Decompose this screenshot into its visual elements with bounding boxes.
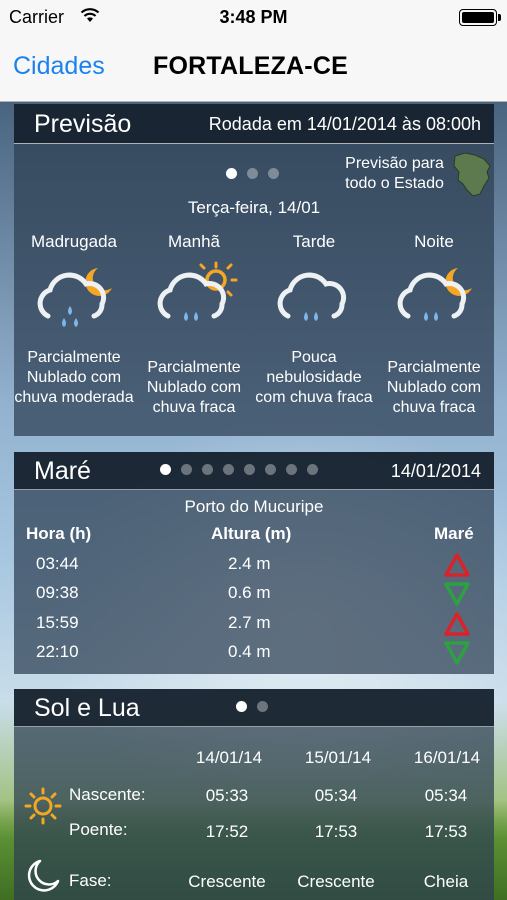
tide-row: 22:10 0.4 m: [14, 638, 494, 667]
sunset-label: Poente:: [69, 820, 128, 839]
forecast-run-time: Rodada em 14/01/2014 às 08:00h: [208, 114, 481, 134]
tide-panel[interactable]: Maré 14/01/2014 Porto do Mucuripe Hora (…: [14, 452, 494, 674]
tide-height: 0.6 m: [228, 583, 271, 602]
tide-low-icon: [444, 582, 470, 606]
period-name: Madrugada: [30, 232, 117, 251]
tide-low-icon: [444, 641, 470, 665]
tide-time: 22:10: [36, 642, 79, 661]
page-dot: [286, 464, 297, 475]
tide-time: 15:59: [36, 613, 79, 632]
forecast-panel[interactable]: Previsão Rodada em 14/01/2014 às 08:00h …: [14, 104, 494, 436]
tide-header: Maré 14/01/2014: [14, 452, 494, 490]
cloud-rain-icon: [277, 272, 347, 321]
page-dot: [268, 168, 279, 179]
sun-moon-date: 14/01/14: [195, 748, 263, 767]
sunset-time: 17:52: [205, 822, 249, 841]
sunrise-label: Nascente:: [69, 785, 146, 804]
period-name: Manhã: [168, 232, 220, 251]
page-dot: [244, 464, 255, 475]
tide-height: 0.4 m: [228, 642, 271, 661]
status-bar: Carrier 3:48 PM: [0, 0, 507, 34]
tide-title: Maré: [34, 457, 91, 485]
period-name: Tarde: [292, 232, 336, 251]
sunrise-time: 05:34: [424, 786, 468, 805]
page-dot: [202, 464, 213, 475]
sunset-time: 17:53: [424, 822, 468, 841]
sun-moon-header: Sol e Lua: [14, 689, 494, 727]
period-manha: Manhã Parcialmente Nublado com chuva fra…: [134, 232, 254, 418]
tide-col-mare: Maré: [434, 524, 474, 543]
tide-time: 03:44: [36, 554, 79, 573]
cloud-rain-moon-icon: [37, 268, 112, 327]
forecast-page-indicator[interactable]: [226, 168, 279, 179]
back-button-cidades[interactable]: Cidades: [13, 52, 105, 81]
moon-phase: Crescente: [188, 872, 266, 891]
clock-label: 3:48 PM: [219, 7, 288, 27]
cloud-rain-moon-icon: [397, 268, 472, 321]
tide-high-icon: [444, 553, 470, 577]
tide-date: 14/01/2014: [390, 461, 481, 481]
tide-row: 09:38 0.6 m: [14, 579, 494, 608]
tide-height: 2.7 m: [228, 613, 271, 632]
period-madrugada: Madrugada Parcialmente Nublado com chuva…: [14, 232, 134, 408]
page-dot: [247, 168, 258, 179]
sun-moon-date: 16/01/14: [413, 748, 481, 767]
period-description: Parcialmente Nublado com chuva fraca: [146, 359, 242, 416]
period-description: Parcialmente Nublado com chuva fraca: [386, 359, 482, 416]
period-description: Pouca nebulosidade com chuva fraca: [255, 349, 373, 406]
sun-moon-page-indicator[interactable]: [236, 701, 268, 712]
moon-icon: [27, 859, 60, 892]
page-dot: [265, 464, 276, 475]
sun-icon: [24, 787, 62, 825]
tide-col-altura: Altura (m): [211, 524, 292, 543]
navigation-bar: Cidades FORTALEZA-CE: [0, 34, 507, 102]
period-tarde: Tarde Pouca nebulosidade com chuva fraca: [254, 232, 374, 408]
sunset-time: 17:53: [314, 822, 358, 841]
period-description: Parcialmente Nublado com chuva moderada: [14, 349, 134, 406]
sun-moon-date: 15/01/14: [304, 748, 372, 767]
page-dot: [226, 168, 237, 179]
sun-moon-title: Sol e Lua: [34, 694, 140, 722]
tide-time: 09:38: [36, 583, 79, 602]
moon-phase: Cheia: [423, 872, 469, 891]
tide-height: 2.4 m: [228, 554, 271, 573]
tide-row: 03:44 2.4 m: [14, 550, 494, 579]
state-forecast-link[interactable]: Previsão para todo o Estado: [342, 154, 447, 194]
moon-phase: Crescente: [297, 872, 375, 891]
sunrise-time: 05:33: [205, 786, 249, 805]
period-name: Noite: [414, 232, 454, 251]
tide-page-indicator[interactable]: [160, 464, 318, 475]
page-title: FORTALEZA-CE: [153, 52, 348, 80]
tide-port: Porto do Mucuripe: [184, 497, 324, 516]
tide-high-icon: [444, 612, 470, 636]
tide-row: 15:59 2.7 m: [14, 609, 494, 638]
page-dot: [307, 464, 318, 475]
forecast-title: Previsão: [34, 110, 132, 138]
battery-icon: [459, 9, 501, 26]
page-dot: [181, 464, 192, 475]
period-noite: Noite Parcialmente Nublado com chuva fra…: [374, 232, 494, 418]
sun-moon-panel[interactable]: Sol e Lua 14/01/14 15/01/14 16/01/14 Nas…: [14, 689, 494, 900]
moon-phase-label: Fase:: [69, 871, 112, 890]
sunrise-time: 05:34: [314, 786, 358, 805]
tide-col-hora: Hora (h): [26, 524, 92, 543]
forecast-date: Terça-feira, 14/01: [187, 198, 321, 217]
page-dot: [160, 464, 171, 475]
page-dot: [236, 701, 247, 712]
ceara-map-icon[interactable]: [451, 150, 493, 198]
cloud-rain-sun-icon: [157, 261, 238, 321]
forecast-header: Previsão Rodada em 14/01/2014 às 08:00h: [14, 104, 494, 144]
page-dot: [257, 701, 268, 712]
page-dot: [223, 464, 234, 475]
